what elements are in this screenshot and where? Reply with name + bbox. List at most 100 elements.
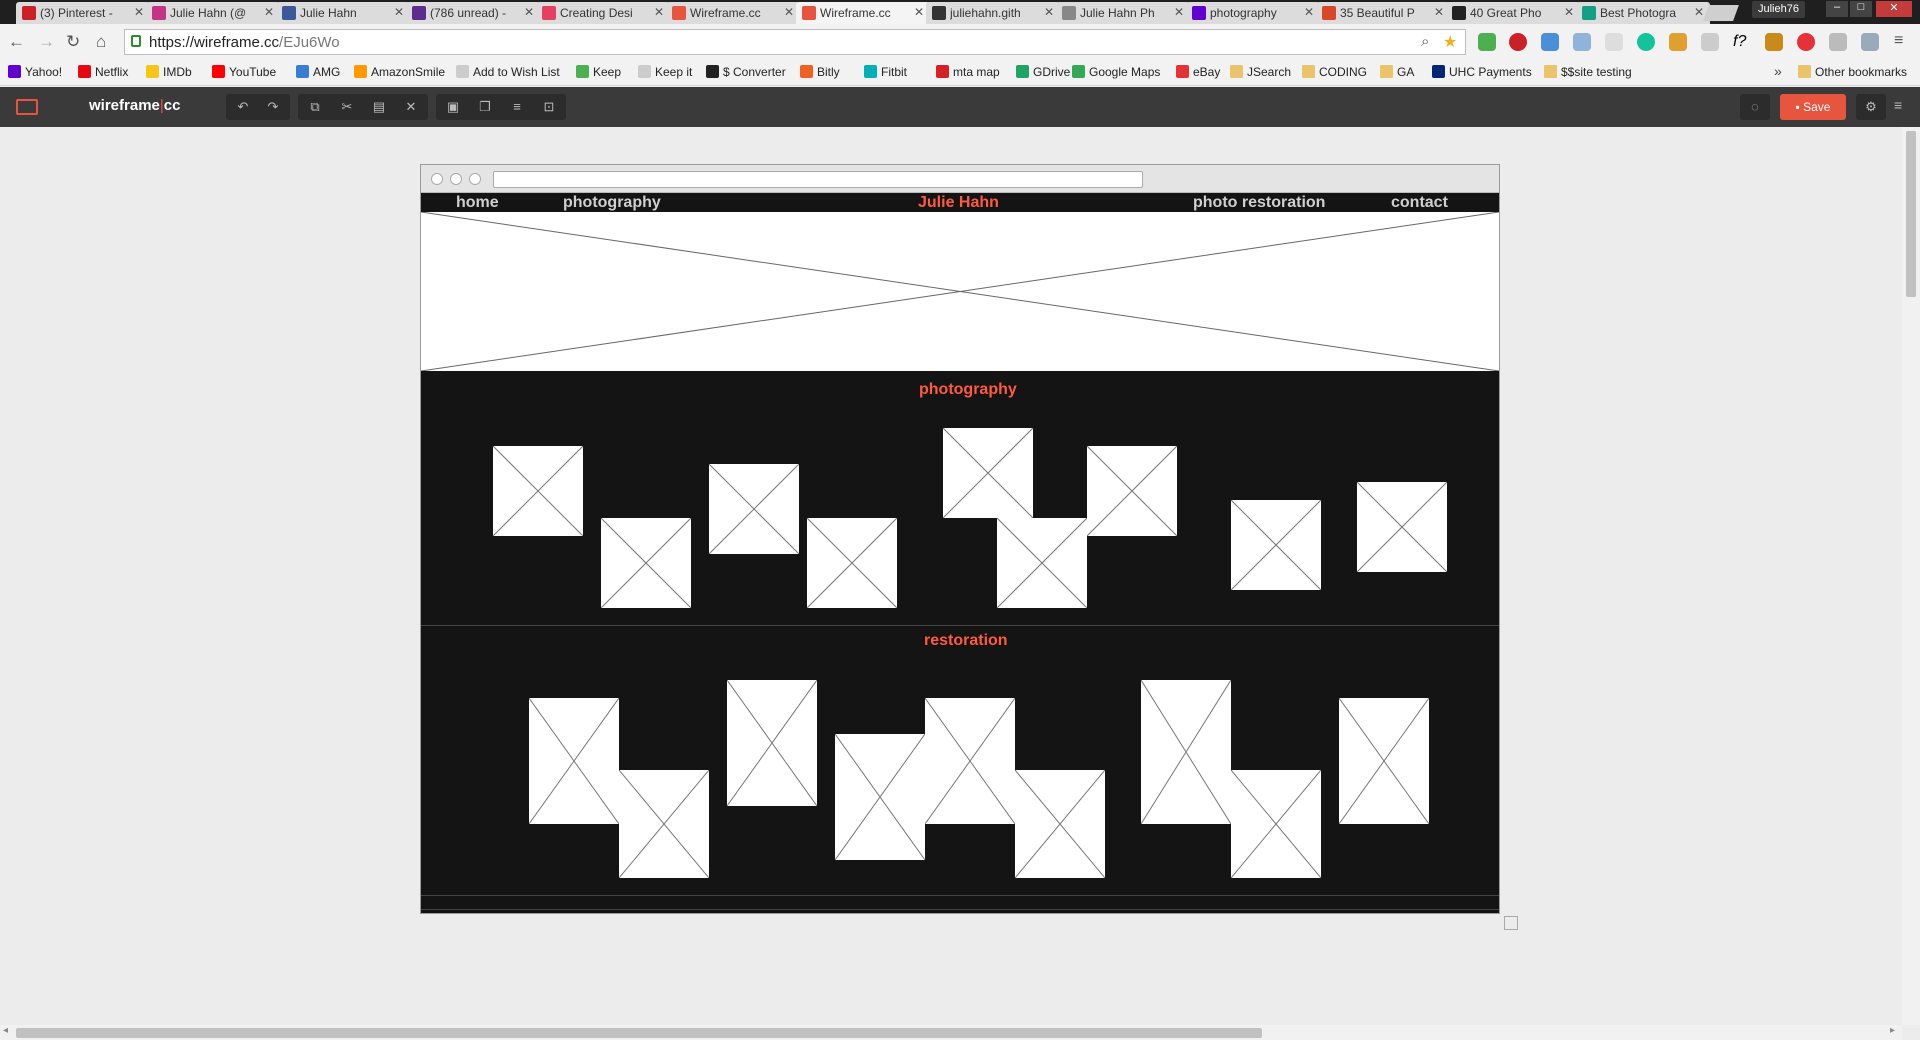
browser-tab[interactable]: (3) Pinterest - ✕	[16, 2, 150, 24]
browser-tab[interactable]: 40 Great Pho ✕	[1446, 2, 1580, 24]
bookmark-item[interactable]: Keep it	[638, 65, 692, 79]
photo-placeholder[interactable]	[709, 464, 799, 554]
bookmark-item[interactable]: GDrive	[1016, 65, 1070, 79]
bookmark-item[interactable]: $ Converter	[706, 65, 786, 79]
vertical-scrollbar[interactable]	[1902, 127, 1920, 1025]
bookmark-item[interactable]: Google Maps	[1072, 65, 1160, 79]
star-icon[interactable]: ★	[1443, 32, 1457, 52]
arrange-icon[interactable]: ❐	[472, 97, 498, 117]
photo-placeholder[interactable]	[1231, 500, 1321, 590]
browser-tab[interactable]: Julie Hahn (@ ✕	[146, 2, 280, 24]
mockup-address-bar[interactable]	[493, 171, 1143, 188]
tab-close-icon[interactable]: ✕	[394, 5, 404, 19]
nav-photo-restoration[interactable]: photo restoration	[1193, 194, 1325, 212]
photo-placeholder[interactable]	[807, 518, 897, 608]
restoration-placeholder[interactable]	[529, 698, 619, 824]
photo-placeholder[interactable]	[943, 428, 1033, 518]
settings-icon[interactable]: ⚙	[1856, 94, 1886, 120]
browser-tab[interactable]: 35 Beautiful P ✕	[1316, 2, 1450, 24]
extension-keep-icon[interactable]	[1478, 33, 1496, 51]
bookmark-item[interactable]: AMG	[296, 65, 340, 79]
app-menu-icon[interactable]	[16, 99, 38, 115]
photo-placeholder[interactable]	[1357, 482, 1447, 572]
browser-tab[interactable]: Best Photogra ✕	[1576, 2, 1710, 24]
lock-element-icon[interactable]: ▣	[440, 97, 466, 117]
copy-icon[interactable]: ⧉	[302, 97, 328, 117]
bookmark-item[interactable]: Netflix	[78, 65, 128, 79]
extension-camera-icon[interactable]	[1701, 33, 1719, 51]
browser-tab[interactable]: juliehahn.gith ✕	[926, 2, 1060, 24]
tab-close-icon[interactable]: ✕	[264, 5, 274, 19]
restoration-placeholder[interactable]	[1231, 770, 1321, 878]
extension-honey-icon[interactable]	[1765, 33, 1783, 51]
bookmark-item[interactable]: Keep	[576, 65, 621, 79]
photo-placeholder[interactable]	[1087, 446, 1177, 536]
extension-weather-icon[interactable]	[1861, 33, 1879, 51]
nav-site-title[interactable]: Julie Hahn	[918, 194, 999, 212]
extension-page-icon[interactable]	[1605, 33, 1623, 51]
group-icon[interactable]: ⊡	[536, 97, 562, 117]
forward-icon[interactable]: →	[38, 32, 55, 52]
bookmark-folder[interactable]: CODING	[1302, 65, 1367, 79]
scroll-right-icon[interactable]: ▸	[1890, 1025, 1895, 1036]
tab-close-icon[interactable]: ✕	[1694, 5, 1704, 19]
nav-home[interactable]: home	[456, 194, 499, 212]
tab-close-icon[interactable]: ✕	[1044, 5, 1054, 19]
photo-placeholder[interactable]	[997, 518, 1087, 608]
restoration-placeholder[interactable]	[727, 680, 817, 806]
home-icon[interactable]: ⌂	[96, 32, 106, 52]
bookmark-folder[interactable]: GA	[1380, 65, 1414, 79]
comment-icon[interactable]: ◌	[1740, 94, 1770, 120]
reload-icon[interactable]: ↻	[66, 32, 80, 52]
browser-tab[interactable]: Julie Hahn ✕	[276, 2, 410, 24]
mockup-browser-frame[interactable]: home photography Julie Hahn photo restor…	[420, 164, 1500, 914]
redo-icon[interactable]: ↷	[260, 97, 286, 117]
photo-placeholder[interactable]	[493, 446, 583, 536]
hero-image-placeholder[interactable]	[421, 212, 1499, 371]
back-icon[interactable]: ←	[8, 32, 25, 52]
maximize-icon[interactable]: □	[1850, 1, 1872, 17]
extension-grammarly-icon[interactable]	[1637, 33, 1655, 51]
tab-close-icon[interactable]: ✕	[1174, 5, 1184, 19]
new-tab-button[interactable]	[1703, 5, 1739, 21]
restoration-placeholder[interactable]	[835, 734, 925, 860]
restoration-placeholder[interactable]	[1015, 770, 1105, 878]
bookmark-item[interactable]: Fitbit	[864, 65, 907, 79]
restoration-placeholder[interactable]	[619, 770, 709, 878]
tab-close-icon[interactable]: ✕	[524, 5, 534, 19]
photo-placeholder[interactable]	[601, 518, 691, 608]
restoration-placeholder[interactable]	[925, 698, 1015, 824]
extension-dropbox-icon[interactable]	[1829, 33, 1847, 51]
tab-close-icon[interactable]: ✕	[654, 5, 664, 19]
extension-target-icon[interactable]	[1797, 33, 1815, 51]
extension-tag-icon[interactable]	[1669, 33, 1687, 51]
vertical-scroll-thumb[interactable]	[1906, 131, 1916, 297]
undo-icon[interactable]: ↶	[230, 97, 256, 117]
browser-tab[interactable]: Julie Hahn Ph ✕	[1056, 2, 1190, 24]
tab-close-icon[interactable]: ✕	[1434, 5, 1444, 19]
tab-close-icon[interactable]: ✕	[1564, 5, 1574, 19]
bookmark-item[interactable]: YouTube	[212, 65, 276, 79]
browser-tab[interactable]: Wireframe.cc ✕	[666, 2, 800, 24]
bookmark-folder[interactable]: $$site testing	[1544, 65, 1632, 79]
tab-close-icon[interactable]: ✕	[914, 5, 924, 19]
bookmark-item[interactable]: eBay	[1176, 65, 1220, 79]
bookmark-item[interactable]: mta map	[936, 65, 1000, 79]
resize-handle-icon[interactable]	[1504, 916, 1518, 930]
restoration-placeholder[interactable]	[1141, 680, 1231, 824]
tab-close-icon[interactable]: ✕	[784, 5, 794, 19]
delete-icon[interactable]: ✕	[398, 97, 424, 117]
other-bookmarks-folder[interactable]: Other bookmarks	[1798, 65, 1907, 79]
bookmarks-overflow-icon[interactable]: »	[1774, 63, 1782, 79]
bookmark-item[interactable]: Bitly	[800, 65, 840, 79]
bookmark-item[interactable]: IMDb	[146, 65, 192, 79]
extension-screenshot-icon[interactable]	[1573, 33, 1591, 51]
tab-close-icon[interactable]: ✕	[134, 5, 144, 19]
bookmark-item[interactable]: AmazonSmile	[354, 65, 445, 79]
scroll-left-icon[interactable]: ◂	[3, 1025, 8, 1036]
extension-cloud-icon[interactable]	[1541, 33, 1559, 51]
browser-tab[interactable]: Creating Desi ✕	[536, 2, 670, 24]
bookmark-folder[interactable]: JSearch	[1230, 65, 1291, 79]
address-bar[interactable]: https://wireframe.cc/EJu6Wo ⌕ ★	[124, 29, 1466, 55]
bookmark-item[interactable]: Yahoo!	[8, 65, 62, 79]
